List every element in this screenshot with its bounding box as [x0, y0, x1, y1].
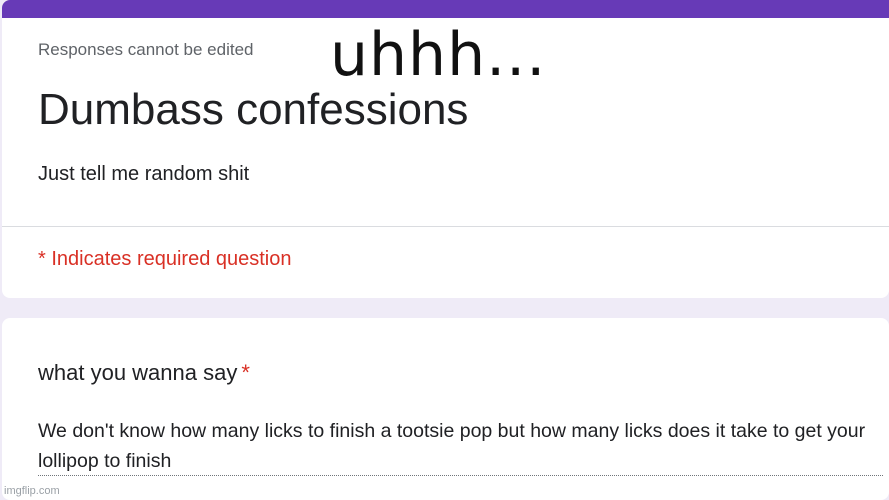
watermark: imgflip.com — [4, 485, 60, 497]
form-title: Dumbass confessions — [38, 85, 469, 134]
accent-bar — [2, 0, 889, 18]
divider — [2, 226, 889, 227]
required-star: * — [241, 360, 250, 385]
form-description: Just tell me random shit — [38, 163, 250, 185]
answer-underline — [38, 475, 883, 476]
required-note: * Indicates required question — [38, 248, 292, 270]
question-label: what you wanna say — [38, 360, 238, 385]
meme-caption: uhhh... — [330, 20, 547, 90]
answer-field[interactable]: We don't know how many licks to finish a… — [38, 416, 883, 476]
question-title: what you wanna say * — [38, 360, 250, 386]
question-card: what you wanna say * We don't know how ma… — [2, 318, 889, 500]
responses-note: Responses cannot be edited — [38, 40, 254, 59]
